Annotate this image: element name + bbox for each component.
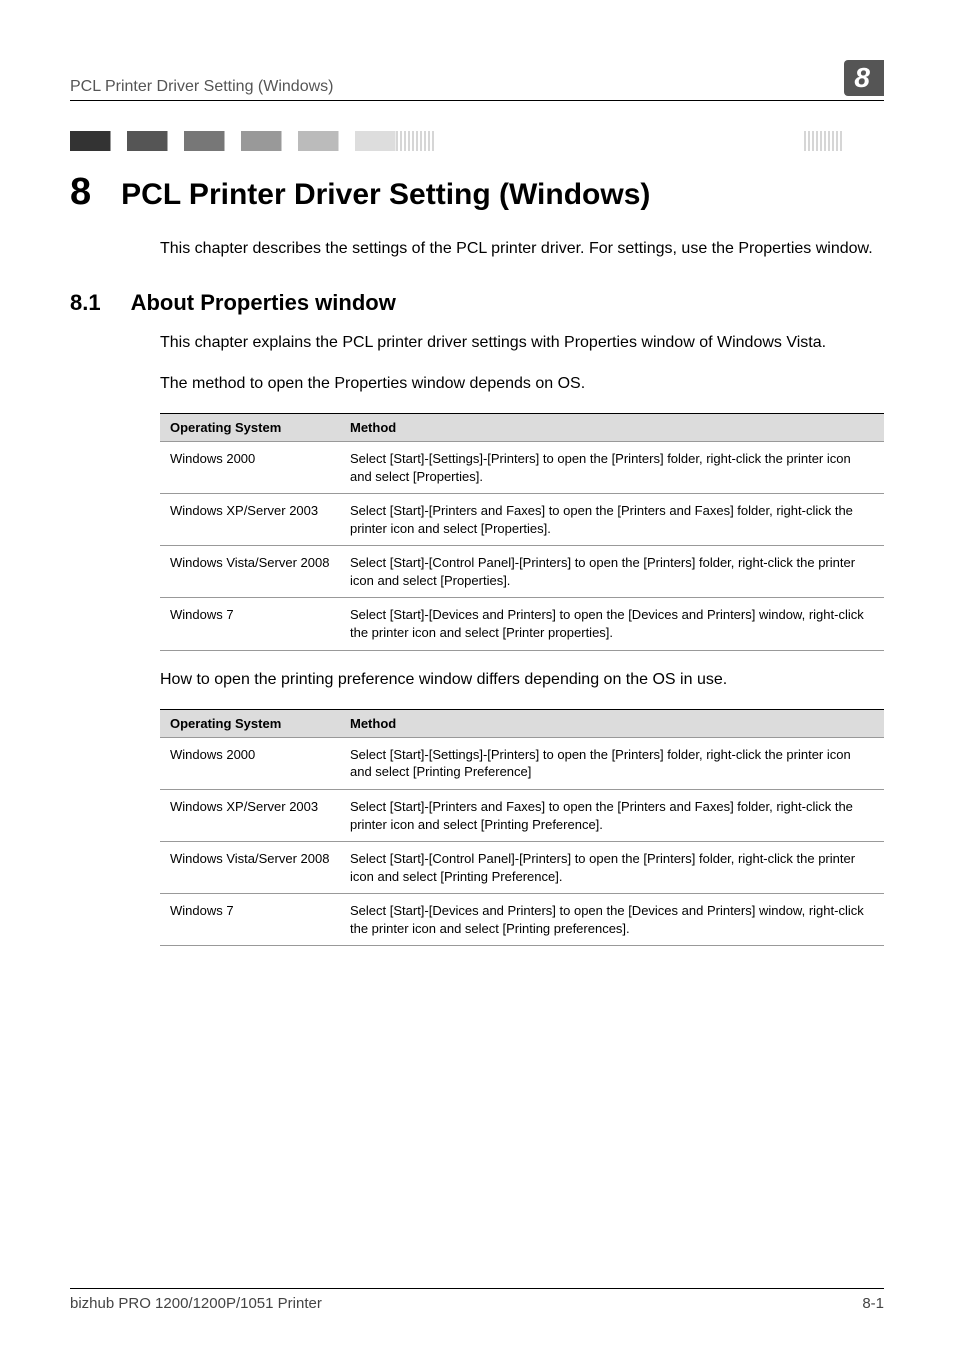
table-row: Windows 7 Select [Start]-[Devices and Pr… — [160, 598, 884, 650]
method-cell: Select [Start]-[Settings]-[Printers] to … — [340, 442, 884, 494]
table-row: Windows Vista/Server 2008 Select [Start]… — [160, 842, 884, 894]
section-paragraph-2: The method to open the Properties window… — [160, 373, 884, 395]
chapter-heading: PCL Printer Driver Setting (Windows) — [121, 178, 650, 212]
chapter-badge: 8 — [844, 60, 884, 96]
footer-page-number: 8-1 — [862, 1295, 884, 1312]
table-row: Windows 2000 Select [Start]-[Settings]-[… — [160, 442, 884, 494]
table-row: Windows 2000 Select [Start]-[Settings]-[… — [160, 737, 884, 789]
section-title-row: 8.1 About Properties window — [70, 290, 884, 316]
chapter-title-row: 8 PCL Printer Driver Setting (Windows) — [70, 171, 884, 214]
chapter-number: 8 — [70, 171, 91, 214]
method-cell: Select [Start]-[Printers and Faxes] to o… — [340, 494, 884, 546]
table-row: Windows 7 Select [Start]-[Devices and Pr… — [160, 894, 884, 946]
table-row: Windows XP/Server 2003 Select [Start]-[P… — [160, 494, 884, 546]
os-cell: Windows 2000 — [160, 737, 340, 789]
chapter-intro: This chapter describes the settings of t… — [160, 238, 884, 260]
page-footer: bizhub PRO 1200/1200P/1051 Printer 8-1 — [70, 1288, 884, 1312]
method-cell: Select [Start]-[Control Panel]-[Printers… — [340, 842, 884, 894]
method-cell: Select [Start]-[Settings]-[Printers] to … — [340, 737, 884, 789]
table-row: Windows Vista/Server 2008 Select [Start]… — [160, 546, 884, 598]
decorative-bar — [70, 131, 884, 151]
method-cell: Select [Start]-[Printers and Faxes] to o… — [340, 790, 884, 842]
os-cell: Windows 7 — [160, 894, 340, 946]
page-header: PCL Printer Driver Setting (Windows) 8 — [70, 60, 884, 101]
method-cell: Select [Start]-[Devices and Printers] to… — [340, 598, 884, 650]
header-title: PCL Printer Driver Setting (Windows) — [70, 78, 333, 96]
footer-product: bizhub PRO 1200/1200P/1051 Printer — [70, 1295, 322, 1312]
section-paragraph-1: This chapter explains the PCL printer dr… — [160, 332, 884, 354]
os-cell: Windows Vista/Server 2008 — [160, 546, 340, 598]
table1-header-method: Method — [340, 414, 884, 442]
table2-header-os: Operating System — [160, 709, 340, 737]
table2-header-method: Method — [340, 709, 884, 737]
section-number: 8.1 — [70, 290, 101, 316]
preference-method-table: Operating System Method Windows 2000 Sel… — [160, 709, 884, 946]
table1-header-os: Operating System — [160, 414, 340, 442]
os-cell: Windows 7 — [160, 598, 340, 650]
table-row: Windows XP/Server 2003 Select [Start]-[P… — [160, 790, 884, 842]
method-cell: Select [Start]-[Devices and Printers] to… — [340, 894, 884, 946]
properties-method-table: Operating System Method Windows 2000 Sel… — [160, 413, 884, 650]
os-cell: Windows XP/Server 2003 — [160, 790, 340, 842]
method-cell: Select [Start]-[Control Panel]-[Printers… — [340, 546, 884, 598]
os-cell: Windows 2000 — [160, 442, 340, 494]
between-tables-paragraph: How to open the printing preference wind… — [160, 669, 884, 691]
os-cell: Windows Vista/Server 2008 — [160, 842, 340, 894]
os-cell: Windows XP/Server 2003 — [160, 494, 340, 546]
section-heading: About Properties window — [131, 290, 396, 316]
